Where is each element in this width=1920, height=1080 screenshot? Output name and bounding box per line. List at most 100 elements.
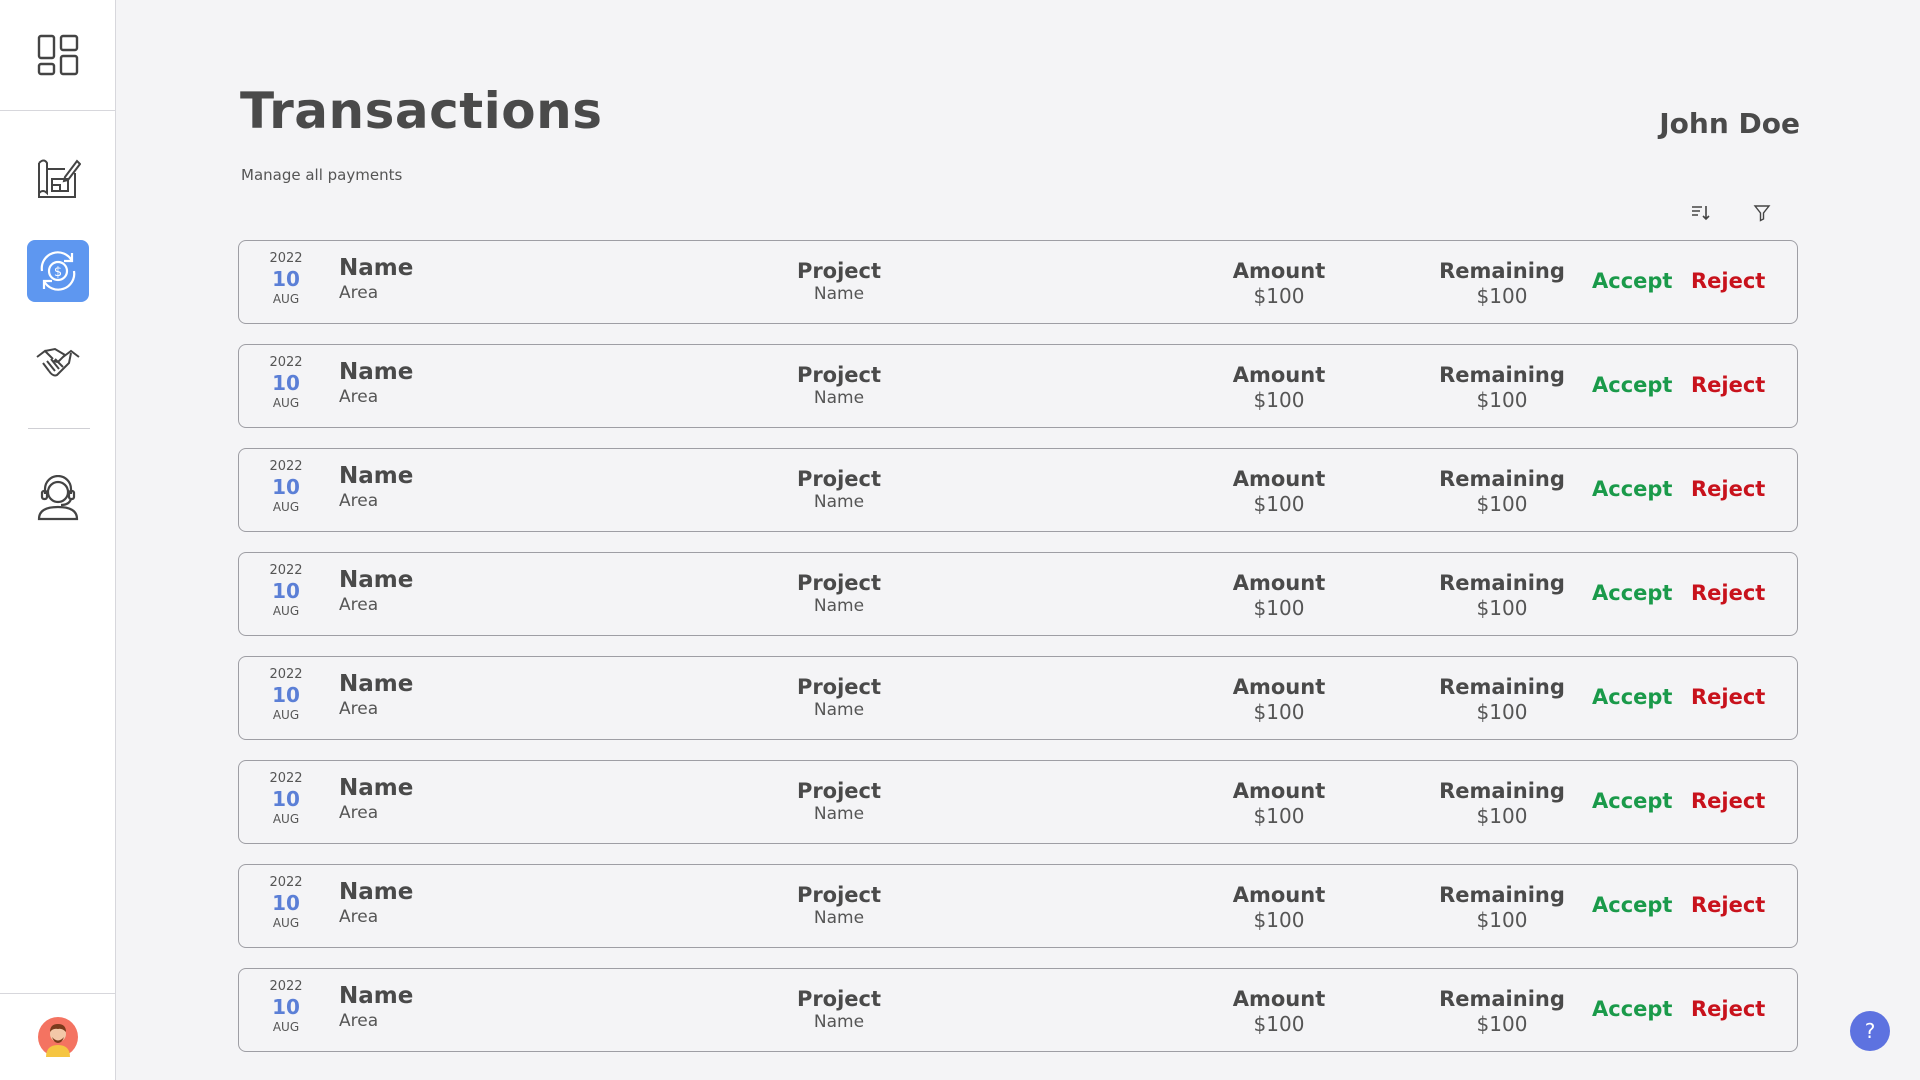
project-label: Project: [796, 363, 882, 387]
sidebar-item-projects[interactable]: [27, 147, 89, 209]
transaction-row[interactable]: 2022 10 AUG Name Area Project Name Amoun…: [238, 552, 1798, 636]
sidebar-item-support[interactable]: [27, 467, 89, 529]
remaining-value: $100: [1476, 492, 1528, 516]
remaining-label: Remaining: [1439, 259, 1565, 283]
payer-name: Name: [339, 567, 414, 593]
transaction-date: 2022 10 AUG: [239, 875, 333, 930]
filter-icon: [1753, 205, 1771, 222]
accept-button[interactable]: Accept: [1592, 581, 1672, 605]
transaction-project: Project Name: [779, 883, 899, 928]
sort-button[interactable]: [1687, 200, 1713, 226]
transaction-remaining: Remaining $100: [1437, 883, 1567, 932]
remaining-label: Remaining: [1439, 571, 1565, 595]
payer-name: Name: [339, 671, 414, 697]
date-year: 2022: [269, 459, 303, 474]
reject-button[interactable]: Reject: [1691, 477, 1765, 501]
reject-button[interactable]: Reject: [1691, 893, 1765, 917]
reject-button[interactable]: Reject: [1691, 997, 1765, 1021]
transaction-project: Project Name: [779, 987, 899, 1032]
date-year: 2022: [269, 251, 303, 266]
reject-button[interactable]: Reject: [1691, 789, 1765, 813]
transaction-date: 2022 10 AUG: [239, 459, 333, 514]
transaction-remaining: Remaining $100: [1437, 571, 1567, 620]
dashboard-logo[interactable]: [0, 0, 115, 111]
payer-area: Area: [339, 699, 379, 719]
accept-button[interactable]: Accept: [1592, 685, 1672, 709]
remaining-label: Remaining: [1439, 987, 1565, 1011]
reject-button[interactable]: Reject: [1691, 685, 1765, 709]
accept-button[interactable]: Accept: [1592, 373, 1672, 397]
transaction-remaining: Remaining $100: [1437, 675, 1567, 724]
transaction-project: Project Name: [779, 363, 899, 408]
transaction-date: 2022 10 AUG: [239, 979, 333, 1034]
transaction-payer: Name Area: [339, 567, 413, 615]
reject-button[interactable]: Reject: [1691, 269, 1765, 293]
payer-name: Name: [339, 983, 414, 1009]
remaining-value: $100: [1476, 1012, 1528, 1036]
transaction-row[interactable]: 2022 10 AUG Name Area Project Name Amoun…: [238, 968, 1798, 1052]
sidebar-item-deals[interactable]: [27, 333, 89, 395]
transaction-payer: Name Area: [339, 671, 413, 719]
date-year: 2022: [269, 875, 303, 890]
sidebar-item-transactions[interactable]: $: [27, 240, 89, 302]
project-label: Project: [796, 467, 882, 491]
remaining-label: Remaining: [1439, 675, 1565, 699]
transaction-date: 2022 10 AUG: [239, 563, 333, 618]
amount-value: $100: [1253, 1012, 1305, 1036]
amount-label: Amount: [1232, 571, 1326, 595]
amount-value: $100: [1253, 284, 1305, 308]
transaction-payer: Name Area: [339, 775, 413, 823]
remaining-label: Remaining: [1439, 363, 1565, 387]
payer-area: Area: [339, 907, 379, 927]
date-day: 10: [272, 371, 300, 395]
transaction-row[interactable]: 2022 10 AUG Name Area Project Name Amoun…: [238, 344, 1798, 428]
dollar-exchange-icon: $: [40, 251, 76, 291]
payer-name: Name: [339, 359, 414, 385]
payer-area: Area: [339, 1011, 379, 1031]
date-month: AUG: [272, 1020, 300, 1034]
date-day: 10: [272, 475, 300, 499]
transaction-date: 2022 10 AUG: [239, 771, 333, 826]
remaining-value: $100: [1476, 908, 1528, 932]
project-name: Name: [813, 284, 865, 304]
amount-value: $100: [1253, 492, 1305, 516]
transaction-project: Project Name: [779, 675, 899, 720]
transaction-row[interactable]: 2022 10 AUG Name Area Project Name Amoun…: [238, 760, 1798, 844]
transaction-date: 2022 10 AUG: [239, 355, 333, 410]
date-month: AUG: [272, 604, 300, 618]
transactions-list: 2022 10 AUG Name Area Project Name Amoun…: [238, 240, 1798, 1072]
accept-button[interactable]: Accept: [1592, 893, 1672, 917]
accept-button[interactable]: Accept: [1592, 477, 1672, 501]
accept-button[interactable]: Accept: [1592, 269, 1672, 293]
project-label: Project: [796, 779, 882, 803]
amount-label: Amount: [1232, 883, 1326, 907]
transaction-row[interactable]: 2022 10 AUG Name Area Project Name Amoun…: [238, 864, 1798, 948]
transaction-remaining: Remaining $100: [1437, 467, 1567, 516]
reject-button[interactable]: Reject: [1691, 373, 1765, 397]
sort-icon: [1692, 206, 1710, 221]
page-subtitle: Manage all payments: [241, 166, 403, 184]
payer-name: Name: [339, 255, 414, 281]
accept-button[interactable]: Accept: [1592, 997, 1672, 1021]
date-day: 10: [272, 267, 300, 291]
filter-button[interactable]: [1749, 200, 1775, 226]
transaction-row[interactable]: 2022 10 AUG Name Area Project Name Amoun…: [238, 240, 1798, 324]
accept-button[interactable]: Accept: [1592, 789, 1672, 813]
transaction-row[interactable]: 2022 10 AUG Name Area Project Name Amoun…: [238, 656, 1798, 740]
reject-button[interactable]: Reject: [1691, 581, 1765, 605]
payer-area: Area: [339, 491, 379, 511]
date-month: AUG: [272, 292, 300, 306]
payer-name: Name: [339, 463, 414, 489]
amount-label: Amount: [1232, 363, 1326, 387]
remaining-value: $100: [1476, 388, 1528, 412]
transaction-amount: Amount $100: [1214, 987, 1344, 1036]
date-day: 10: [272, 995, 300, 1019]
amount-label: Amount: [1232, 675, 1326, 699]
date-day: 10: [272, 891, 300, 915]
user-avatar-container[interactable]: [0, 993, 115, 1080]
transaction-row[interactable]: 2022 10 AUG Name Area Project Name Amoun…: [238, 448, 1798, 532]
help-button[interactable]: ?: [1850, 1011, 1890, 1051]
dashboard-grid-icon: [37, 34, 78, 76]
remaining-label: Remaining: [1439, 779, 1565, 803]
transaction-remaining: Remaining $100: [1437, 259, 1567, 308]
